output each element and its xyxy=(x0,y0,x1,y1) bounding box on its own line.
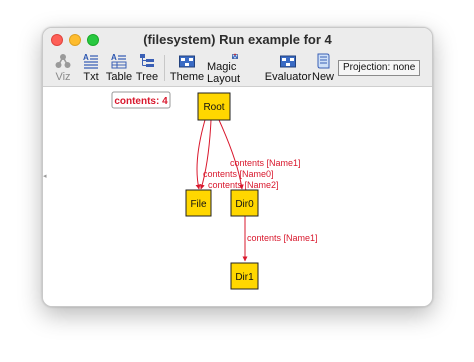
text-view-icon: A xyxy=(83,53,98,69)
table-button[interactable]: A Table xyxy=(105,51,133,85)
table-label: Table xyxy=(105,71,133,83)
title-bar: (filesystem) Run example for 4 xyxy=(43,28,432,50)
node-dir1-label: Dir1 xyxy=(235,272,254,283)
new-button[interactable]: New xyxy=(312,51,335,85)
node-dir0-label: Dir0 xyxy=(235,199,254,210)
tree-view-icon xyxy=(140,54,154,67)
viz-button[interactable]: Viz xyxy=(53,51,73,85)
toolbar-separator xyxy=(164,55,165,81)
table-view-icon: A xyxy=(111,53,127,69)
theme-icon xyxy=(179,55,195,68)
new-label: New xyxy=(312,71,335,83)
svg-text:A: A xyxy=(111,53,117,62)
node-dir1[interactable]: Dir1 xyxy=(230,262,259,290)
tree-label: Tree xyxy=(135,71,159,83)
evaluator-icon xyxy=(280,55,296,68)
graph-canvas[interactable]: contents: 4 contents [Name1] contents [N… xyxy=(43,87,432,306)
evaluator-button[interactable]: Evaluator xyxy=(264,51,312,85)
panel-splitter[interactable]: ◂ xyxy=(43,87,49,306)
app-window: (filesystem) Run example for 4 Viz A Txt… xyxy=(42,27,433,307)
txt-label: Txt xyxy=(83,71,99,83)
magic-layout-icon xyxy=(232,53,238,59)
node-file[interactable]: File xyxy=(185,189,212,217)
toolbar: Viz A Txt A Table Tree Theme Magic Layou… xyxy=(43,50,432,87)
tree-button[interactable]: Tree xyxy=(136,51,158,85)
viz-icon xyxy=(55,54,71,68)
node-root[interactable]: Root xyxy=(197,92,231,121)
new-instance-icon xyxy=(317,53,330,69)
txt-button[interactable]: A Txt xyxy=(81,51,101,85)
edge-label-dir0-dir1: contents [Name1] xyxy=(247,233,318,243)
edge-label-root-file-a: contents [Name0] xyxy=(203,169,274,179)
viz-label: Viz xyxy=(55,71,71,83)
counter-label: contents: 4 xyxy=(114,96,168,107)
node-file-label: File xyxy=(190,199,207,210)
magic-layout-label: Magic Layout xyxy=(207,61,241,85)
node-root-label: Root xyxy=(203,102,224,113)
window-title: (filesystem) Run example for 4 xyxy=(143,32,332,47)
theme-button[interactable]: Theme xyxy=(169,51,205,85)
magic-layout-button[interactable]: Magic Layout xyxy=(207,51,263,85)
edge-label-root-dir0: contents [Name1] xyxy=(230,158,301,168)
theme-label: Theme xyxy=(169,71,205,83)
graph-svg: contents: 4 contents [Name1] contents [N… xyxy=(111,91,318,290)
svg-text:A: A xyxy=(83,53,89,62)
edge-label-root-file-b: contents [Name2] xyxy=(208,180,279,190)
evaluator-label: Evaluator xyxy=(264,71,312,83)
projection-button[interactable]: Projection: none xyxy=(338,60,421,76)
node-dir0[interactable]: Dir0 xyxy=(230,189,259,217)
splitter-grip-icon[interactable]: ◂ xyxy=(43,172,47,180)
